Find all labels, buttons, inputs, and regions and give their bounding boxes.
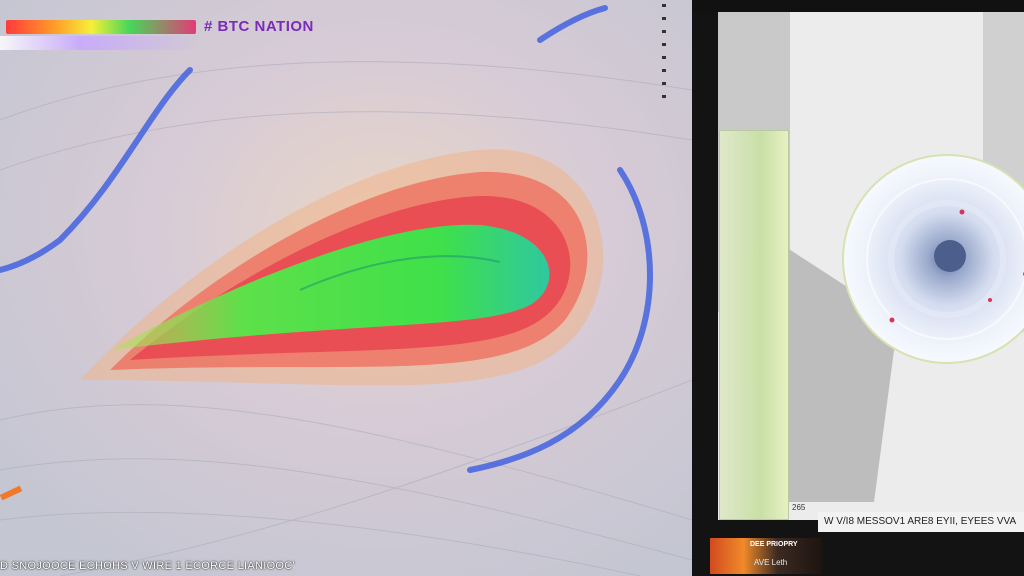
- legend-row: [724, 262, 774, 277]
- legend-row: [724, 187, 774, 202]
- side-top-strip: [692, 0, 1024, 12]
- color-scale-bar: [6, 20, 196, 34]
- flow-field-render: [0, 0, 692, 576]
- legend-row: [724, 352, 774, 367]
- legend-panel: [719, 130, 789, 520]
- title-glow: [0, 36, 200, 50]
- legend-row: [724, 217, 774, 232]
- thumbnail-sublabel: AVE Leth: [754, 558, 788, 567]
- legend-row: [724, 322, 774, 337]
- sphere-visualization-icon[interactable]: [840, 152, 1024, 366]
- title-bar: # BTC NATION: [0, 14, 340, 50]
- legend-row: [724, 247, 774, 262]
- legend-row: [724, 337, 774, 352]
- legend-row: [724, 232, 774, 247]
- simulation-viewport[interactable]: # BTC NATION D SNOJOOCE ECHOHS V WIRE 1 …: [0, 0, 692, 576]
- legend-row: [724, 307, 774, 322]
- status-text: W V/I8 MESSOV1 ARE8 EYII, EYEES VVA: [818, 512, 1024, 532]
- legend-row: [724, 202, 774, 217]
- page-title: # BTC NATION: [204, 18, 314, 35]
- legend-row: [724, 277, 774, 292]
- thumbnail-label: DEE PRIOPRY: [750, 541, 798, 548]
- axis-ticks: [662, 4, 672, 124]
- secondary-view[interactable]: 265 W V/I8 MESSOV1 ARE8 EYII, EYEES VVA: [718, 12, 1024, 532]
- viewport-caption: D SNOJOOCE ECHOHS V WIRE 1 ECORCE LIANIO…: [0, 560, 295, 572]
- globe-render: [842, 154, 1024, 364]
- scale-value: 265: [792, 503, 806, 512]
- legend-row: [724, 292, 774, 307]
- legend-row: [724, 172, 774, 187]
- preview-thumbnail[interactable]: DEE PRIOPRY AVE Leth: [710, 538, 822, 574]
- side-panel: 265 W V/I8 MESSOV1 ARE8 EYII, EYEES VVA …: [692, 0, 1024, 576]
- legend-row: [724, 157, 774, 172]
- legend-rows: [724, 157, 774, 367]
